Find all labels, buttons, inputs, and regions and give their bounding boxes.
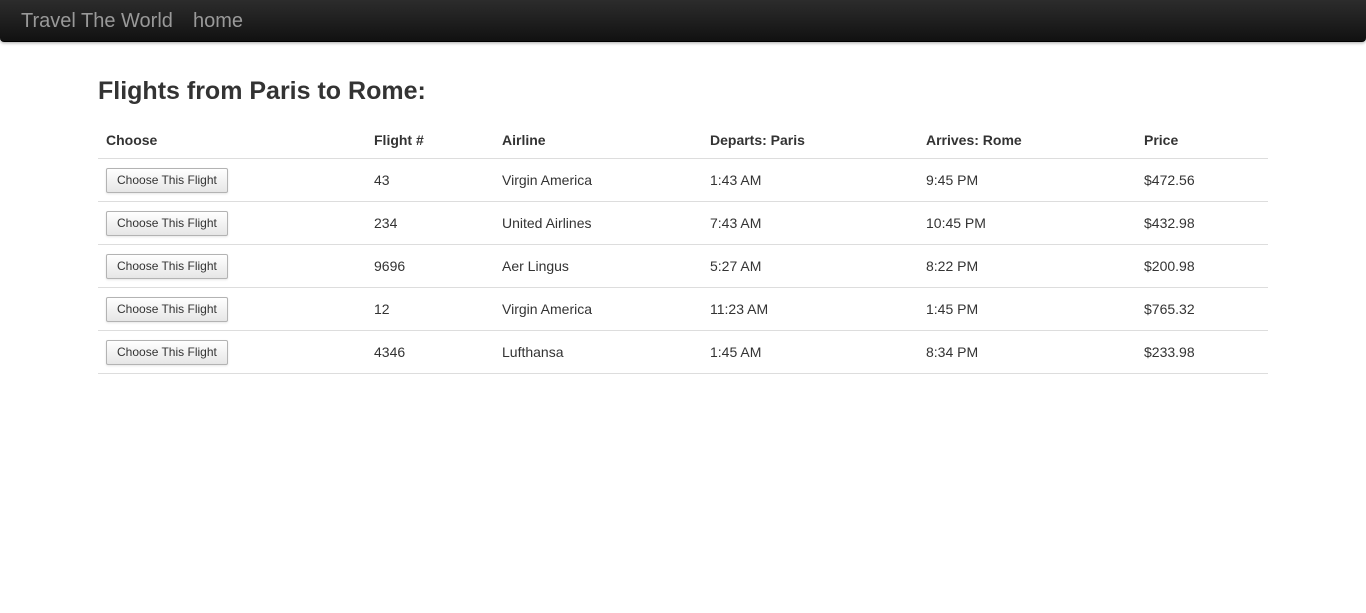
table-row: Choose This Flight 234 United Airlines 7… [98, 201, 1268, 245]
top-navbar: Travel The World home [0, 0, 1366, 42]
header-flight-number: Flight # [366, 122, 494, 159]
departs-cell: 5:27 AM [702, 244, 918, 288]
airline-cell: Virgin America [494, 287, 702, 331]
price-cell: $765.32 [1136, 287, 1268, 331]
choose-cell: Choose This Flight [98, 287, 366, 331]
choose-cell: Choose This Flight [98, 158, 366, 202]
arrives-cell: 8:34 PM [918, 330, 1136, 374]
price-cell: $200.98 [1136, 244, 1268, 288]
flights-table: Choose Flight # Airline Departs: Paris A… [98, 122, 1268, 374]
table-row: Choose This Flight 43 Virgin America 1:4… [98, 158, 1268, 202]
arrives-cell: 8:22 PM [918, 244, 1136, 288]
airline-cell: Virgin America [494, 158, 702, 202]
price-cell: $472.56 [1136, 158, 1268, 202]
table-row: Choose This Flight 4346 Lufthansa 1:45 A… [98, 330, 1268, 374]
flight-number-cell: 4346 [366, 330, 494, 374]
header-departs: Departs: Paris [702, 122, 918, 159]
flight-number-cell: 12 [366, 287, 494, 331]
departs-cell: 1:45 AM [702, 330, 918, 374]
header-row: Choose Flight # Airline Departs: Paris A… [98, 122, 1268, 159]
departs-cell: 11:23 AM [702, 287, 918, 331]
arrives-cell: 9:45 PM [918, 158, 1136, 202]
table-body: Choose This Flight 43 Virgin America 1:4… [98, 158, 1268, 374]
table-row: Choose This Flight 12 Virgin America 11:… [98, 287, 1268, 331]
choose-flight-button[interactable]: Choose This Flight [106, 253, 228, 279]
choose-flight-button[interactable]: Choose This Flight [106, 296, 228, 322]
choose-flight-button[interactable]: Choose This Flight [106, 167, 228, 193]
choose-flight-button[interactable]: Choose This Flight [106, 339, 228, 365]
choose-cell: Choose This Flight [98, 330, 366, 374]
choose-cell: Choose This Flight [98, 201, 366, 245]
brand-link[interactable]: Travel The World [21, 9, 173, 33]
header-arrives: Arrives: Rome [918, 122, 1136, 159]
choose-flight-button[interactable]: Choose This Flight [106, 210, 228, 236]
flight-number-cell: 43 [366, 158, 494, 202]
table-header: Choose Flight # Airline Departs: Paris A… [98, 122, 1268, 159]
header-airline: Airline [494, 122, 702, 159]
page-title: Flights from Paris to Rome: [98, 77, 426, 105]
airline-cell: United Airlines [494, 201, 702, 245]
airline-cell: Lufthansa [494, 330, 702, 374]
nav-home-link[interactable]: home [193, 9, 243, 33]
price-cell: $233.98 [1136, 330, 1268, 374]
departs-cell: 7:43 AM [702, 201, 918, 245]
price-cell: $432.98 [1136, 201, 1268, 245]
arrives-cell: 10:45 PM [918, 201, 1136, 245]
table-row: Choose This Flight 9696 Aer Lingus 5:27 … [98, 244, 1268, 288]
airline-cell: Aer Lingus [494, 244, 702, 288]
arrives-cell: 1:45 PM [918, 287, 1136, 331]
header-price: Price [1136, 122, 1268, 159]
choose-cell: Choose This Flight [98, 244, 366, 288]
departs-cell: 1:43 AM [702, 158, 918, 202]
flight-number-cell: 9696 [366, 244, 494, 288]
header-choose: Choose [98, 122, 366, 159]
flight-number-cell: 234 [366, 201, 494, 245]
